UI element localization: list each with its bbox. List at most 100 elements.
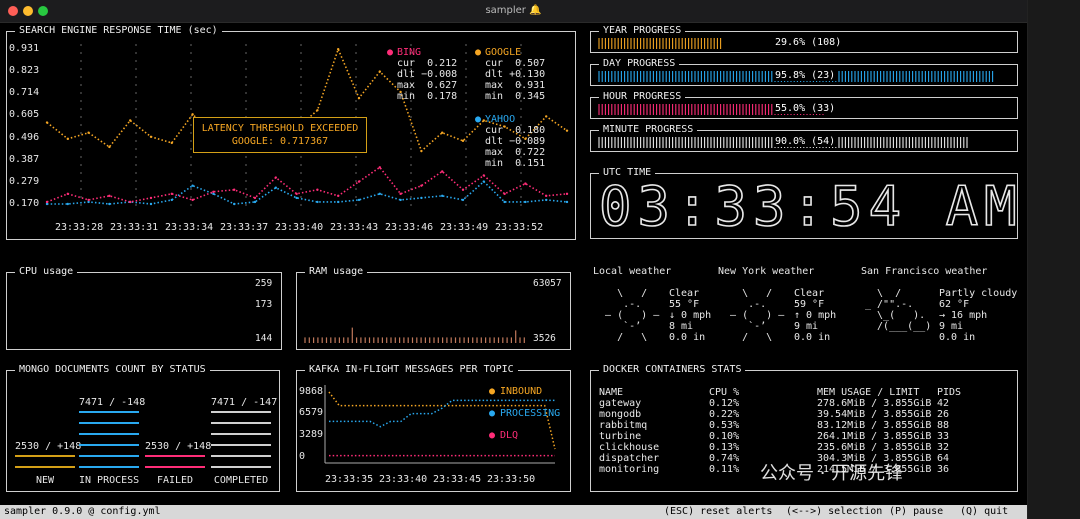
latency-alert-box: LATENCY THRESHOLD EXCEEDED GOOGLE: 0.717… bbox=[193, 117, 367, 153]
cpu-min: 144 bbox=[255, 333, 273, 344]
data-point bbox=[253, 196, 257, 200]
table-cell: 0.13% bbox=[709, 442, 740, 453]
data-point bbox=[274, 176, 277, 179]
legend-stat: cur 0.507 bbox=[485, 58, 546, 69]
weather-detail: 0.0 in bbox=[939, 332, 976, 343]
weather-detail: 0.0 in bbox=[669, 332, 706, 343]
weather-detail: 0.0 in bbox=[794, 332, 831, 343]
cpu-max: 259 bbox=[255, 278, 273, 289]
ram-min: 3526 bbox=[533, 333, 556, 344]
weather-icon-art: /(___(__) bbox=[865, 321, 932, 332]
weather-icon-art: \ / bbox=[593, 288, 648, 299]
table-cell: 36 bbox=[937, 464, 950, 475]
data-point bbox=[233, 202, 236, 206]
data-point bbox=[482, 180, 485, 183]
table-cell: 264.1MiB / 3.855GiB bbox=[817, 431, 932, 442]
table-cell: 0.22% bbox=[709, 409, 740, 420]
table-cell: 32 bbox=[937, 442, 950, 453]
legend-name: DLQ bbox=[500, 430, 519, 441]
ram-sparkline bbox=[304, 327, 525, 343]
weather-icon-art: / \ bbox=[593, 332, 648, 343]
progress-panel: DAY PROGRESS 95.8% (23) bbox=[590, 58, 1018, 86]
data-point bbox=[149, 135, 153, 138]
progress-panel: YEAR PROGRESS 29.6% (108) bbox=[590, 25, 1018, 53]
ram-panel: RAM usage 63057 3526 bbox=[296, 266, 571, 350]
data-point bbox=[565, 129, 569, 132]
data-point bbox=[191, 198, 194, 202]
table-cell: 0.10% bbox=[709, 431, 740, 442]
legend-name: BING bbox=[397, 47, 422, 58]
data-point bbox=[565, 200, 569, 204]
table-cell: 0.74% bbox=[709, 453, 740, 464]
search-response-panel: SEARCH ENGINE RESPONSE TIME (sec) 0.931 0… bbox=[6, 25, 576, 240]
alert-value: GOOGLE: 0.717367 bbox=[231, 136, 329, 147]
legend-stat: dlt −0.089 bbox=[485, 136, 546, 147]
data-point bbox=[316, 200, 319, 204]
table-cell: 88 bbox=[937, 420, 950, 431]
data-point bbox=[357, 180, 361, 183]
data-point bbox=[45, 200, 49, 204]
data-point bbox=[274, 186, 277, 189]
data-point bbox=[378, 70, 381, 73]
data-point bbox=[170, 141, 173, 145]
quit-hint[interactable]: (Q) quit bbox=[960, 506, 1008, 517]
reset-alerts-hint[interactable]: (ESC) reset alerts bbox=[664, 506, 772, 517]
data-point bbox=[545, 194, 548, 198]
weather-detail: Partly cloudy bbox=[939, 288, 1018, 299]
data-point bbox=[461, 139, 465, 143]
legend-name: YAHOO bbox=[485, 114, 516, 125]
weather-icon-art: \_( ). bbox=[865, 310, 926, 321]
data-point bbox=[524, 182, 527, 185]
data-point bbox=[149, 196, 153, 200]
kafka-panel: KAFKA IN-FLIGHT MESSAGES PER TOPIC 9868 6… bbox=[296, 364, 571, 492]
data-point bbox=[357, 96, 361, 100]
weather-title: New York weather bbox=[718, 266, 815, 277]
weather-detail: ↓ 0 mph bbox=[669, 310, 712, 321]
weather-icon-art: \ / bbox=[718, 288, 773, 299]
data-point bbox=[108, 194, 111, 198]
legend-name: PROCESSING bbox=[500, 408, 561, 419]
data-point bbox=[378, 192, 381, 196]
data-point bbox=[149, 202, 153, 206]
data-point bbox=[337, 200, 340, 204]
data-point bbox=[441, 194, 444, 198]
weather-icon-art: / \ bbox=[718, 332, 773, 343]
mongo-value: 7471 / -147 bbox=[211, 397, 278, 408]
data-point bbox=[212, 190, 215, 193]
table-cell: 0.12% bbox=[709, 398, 740, 409]
data-point bbox=[420, 149, 423, 153]
table-cell: 235.6MiB / 3.855GiB bbox=[817, 442, 932, 453]
table-cell: 33 bbox=[937, 431, 950, 442]
legend-stat: dlt −0.008 bbox=[397, 69, 458, 80]
data-point bbox=[357, 198, 361, 202]
pause-hint[interactable]: (P) pause bbox=[889, 506, 943, 517]
legend-stat: dlt +0.130 bbox=[485, 69, 546, 80]
selection-hint[interactable]: (<-->) selection bbox=[786, 506, 882, 517]
cpu-sparkline bbox=[16, 284, 240, 343]
table-cell: monitoring bbox=[599, 464, 660, 475]
data-point bbox=[420, 196, 423, 200]
weather-icon-art: `-’ bbox=[593, 321, 642, 332]
data-point bbox=[461, 188, 465, 191]
data-point bbox=[565, 192, 569, 196]
data-point bbox=[253, 200, 257, 204]
data-point bbox=[191, 184, 194, 187]
data-point bbox=[295, 192, 298, 196]
data-point bbox=[420, 184, 423, 187]
data-point bbox=[191, 113, 194, 116]
ram-max: 63057 bbox=[533, 278, 562, 289]
table-cell: gateway bbox=[599, 398, 642, 409]
progress-label: 29.6% (108) bbox=[773, 37, 844, 48]
table-cell: 0.11% bbox=[709, 464, 740, 475]
status-version: sampler 0.9.0 @ config.yml bbox=[4, 506, 161, 517]
data-point bbox=[295, 196, 298, 200]
data-point bbox=[461, 198, 465, 202]
data-point bbox=[378, 166, 381, 169]
weather-detail: ↑ 0 mph bbox=[794, 310, 837, 321]
data-point bbox=[545, 198, 548, 202]
weather-icon-art: \ / bbox=[865, 288, 902, 299]
weather-detail: 59 °F bbox=[794, 299, 825, 310]
terminal-window: sampler 🔔 SEARCH ENGINE RESPONSE TIME (s… bbox=[0, 0, 1028, 519]
data-point bbox=[108, 145, 111, 149]
legend-dot-icon: ● bbox=[387, 47, 394, 58]
